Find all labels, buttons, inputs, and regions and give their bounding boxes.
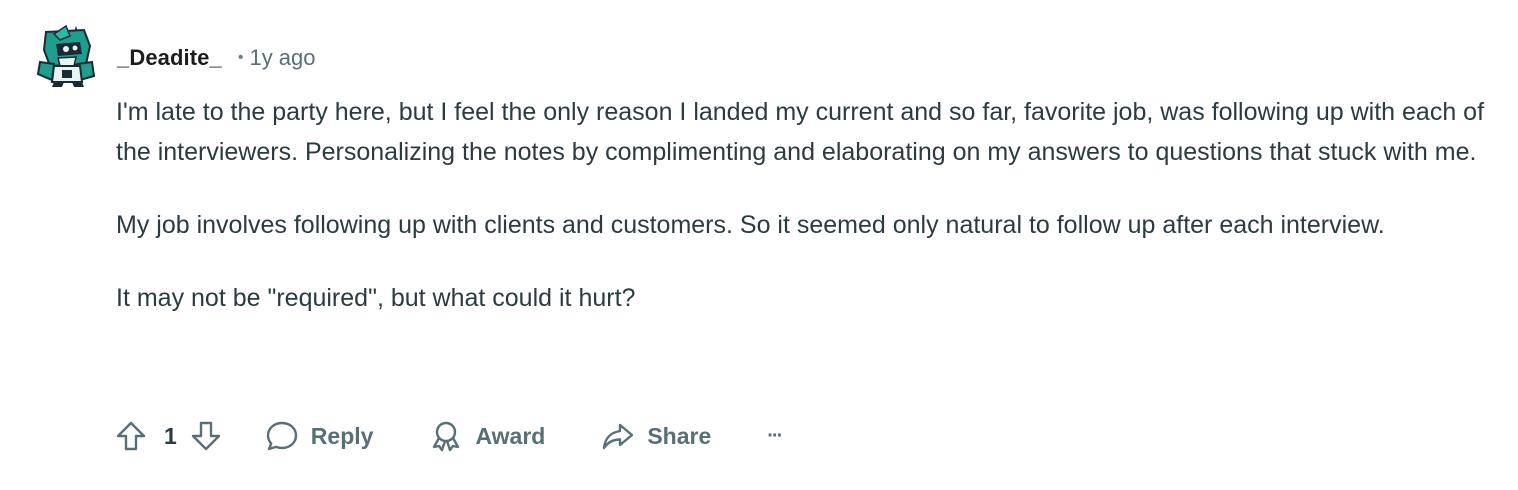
reply-button[interactable]: Reply xyxy=(265,414,374,458)
comment-author[interactable]: _Deadite_ xyxy=(117,45,222,71)
award-button[interactable]: Award xyxy=(429,414,545,458)
award-label: Award xyxy=(475,422,546,449)
comment-meta: _Deadite_ • 1y ago xyxy=(117,43,316,73)
upvote-arrow-icon xyxy=(114,419,148,453)
user-avatar[interactable] xyxy=(36,24,96,88)
comment-body: I'm late to the party here, but I feel t… xyxy=(116,92,1496,351)
more-options-icon: ··· xyxy=(767,424,783,447)
comment-action-bar: 1 Reply Award Share ··· xyxy=(114,414,783,458)
award-ribbon-icon xyxy=(429,419,463,453)
downvote-arrow-icon xyxy=(189,419,223,453)
comment-paragraph: My job involves following up with client… xyxy=(116,211,1385,239)
upvote-button[interactable] xyxy=(114,414,148,458)
more-options-button[interactable]: ··· xyxy=(767,414,783,458)
robot-avatar-icon xyxy=(36,24,96,87)
share-label: Share xyxy=(647,422,712,449)
comment-timestamp[interactable]: 1y ago xyxy=(249,45,315,71)
reply-label: Reply xyxy=(310,422,374,449)
share-button[interactable]: Share xyxy=(601,414,711,458)
speech-bubble-icon xyxy=(265,419,299,453)
downvote-button[interactable] xyxy=(189,414,223,458)
meta-separator: • xyxy=(237,49,244,66)
comment: _Deadite_ • 1y ago I'm late to the party… xyxy=(0,0,1518,490)
comment-paragraph: It may not be "required", but what could… xyxy=(116,284,636,312)
share-arrow-icon xyxy=(601,419,635,453)
vote-count: 1 xyxy=(164,422,177,449)
comment-paragraph: I'm late to the party here, but I feel t… xyxy=(116,98,1485,166)
